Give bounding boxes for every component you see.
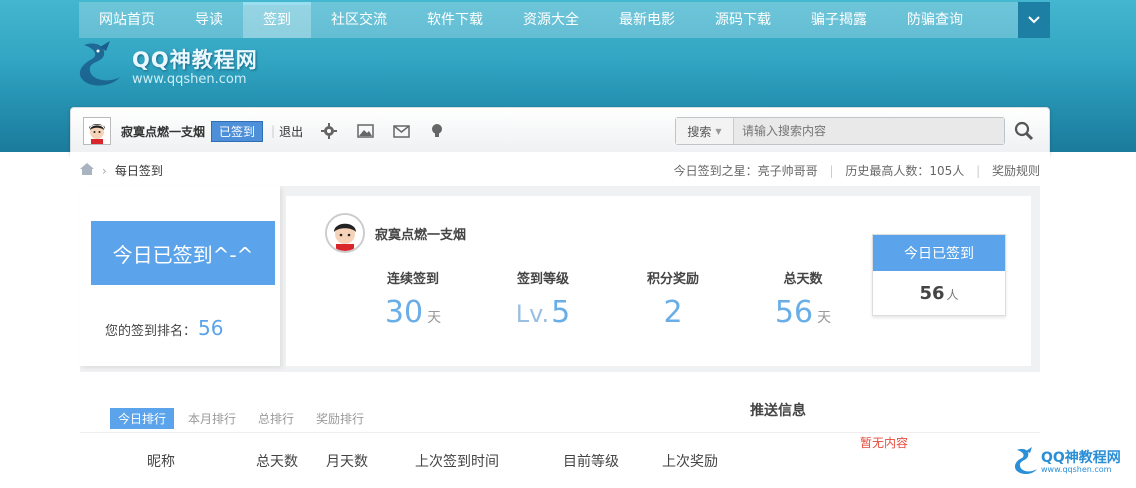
column-header-last-signin[interactable]: 上次签到时间 bbox=[415, 451, 499, 471]
signin-button[interactable]: 今日已签到^-^ bbox=[91, 221, 275, 285]
breadcrumb-separator-icon: › bbox=[102, 163, 107, 178]
nav-item-fraud-check[interactable]: 防骗查询 bbox=[887, 2, 983, 38]
avatar[interactable] bbox=[325, 213, 365, 253]
search-type-label: 搜索 bbox=[687, 124, 712, 139]
search-box: 搜索 ▼ bbox=[675, 117, 1005, 145]
watermark-url: www.qqshen.com bbox=[1041, 465, 1112, 474]
tab-reward-ranking[interactable]: 奖励排行 bbox=[308, 408, 372, 429]
column-header-nickname[interactable]: 昵称 bbox=[147, 451, 175, 471]
ranking-tabs: 今日排行 本月排行 总排行 奖励排行 bbox=[110, 408, 378, 429]
dragon-logo-icon bbox=[76, 39, 128, 92]
dragon-logo-icon bbox=[1013, 446, 1041, 479]
caret-down-icon: ▼ bbox=[715, 126, 722, 136]
watermark-title: QQ神教程网 bbox=[1041, 450, 1121, 466]
tab-month-ranking[interactable]: 本月排行 bbox=[180, 408, 244, 429]
chevron-down-icon bbox=[1028, 13, 1040, 28]
stat-total-days: 总天数 56 天 bbox=[748, 268, 858, 330]
column-header-last-reward[interactable]: 上次奖励 bbox=[662, 451, 718, 471]
nav-item-signin[interactable]: 签到 bbox=[243, 2, 311, 38]
push-info-title: 推送信息 bbox=[750, 403, 806, 419]
stat-value: 30 天 bbox=[358, 295, 468, 330]
column-header-month-days[interactable]: 月天数 bbox=[326, 451, 368, 471]
search-type-select[interactable]: 搜索 ▼ bbox=[676, 118, 734, 144]
empty-message: 暂无内容 bbox=[860, 436, 909, 450]
stat-value: Lv.5 bbox=[488, 295, 598, 330]
stat-label: 积分奖励 bbox=[646, 272, 699, 287]
gear-icon[interactable] bbox=[319, 121, 339, 141]
stat-streak: 连续签到 30 天 bbox=[358, 268, 468, 330]
rank-value: 56 bbox=[198, 316, 224, 340]
rank-line: 您的签到排名： 56 bbox=[105, 316, 223, 340]
site-logo[interactable]: QQ神教程网 www.qqshen.com bbox=[76, 40, 258, 90]
nav-item-guide[interactable]: 导读 bbox=[175, 2, 243, 38]
stat-label: 签到等级 bbox=[516, 272, 569, 287]
stat-number: 56 bbox=[774, 295, 814, 330]
nav-more-button[interactable] bbox=[1018, 2, 1050, 38]
mail-icon[interactable] bbox=[391, 121, 411, 141]
divider: | bbox=[976, 164, 981, 178]
card-username: 寂寞点燃一支烟 bbox=[375, 228, 467, 243]
nav-item-movies[interactable]: 最新电影 bbox=[599, 2, 695, 38]
stat-level: 签到等级 Lv.5 bbox=[488, 268, 598, 330]
stat-label: 总天数 bbox=[783, 272, 823, 287]
rules-link[interactable]: 奖励规则 bbox=[992, 164, 1040, 178]
today-signed-count: 56 人 bbox=[873, 283, 1005, 304]
today-signed-box: 今日已签到 56 人 bbox=[872, 234, 1006, 316]
search-input[interactable] bbox=[734, 118, 1004, 144]
stat-unit: 天 bbox=[817, 310, 832, 326]
column-header-level[interactable]: 目前等级 bbox=[563, 451, 619, 471]
stat-value: 56 天 bbox=[748, 295, 858, 330]
logo-url: www.qqshen.com bbox=[132, 71, 247, 87]
column-header-total-days[interactable]: 总天数 bbox=[256, 451, 298, 471]
lightbulb-icon[interactable] bbox=[427, 121, 447, 141]
image-icon[interactable] bbox=[355, 121, 375, 141]
today-count-unit: 人 bbox=[946, 288, 959, 302]
breadcrumb-current: 每日签到 bbox=[114, 164, 163, 178]
main-panel: › 每日签到 今日签到之星：亮子帅哥哥 | 历史最高人数：105人 | 奖励规则… bbox=[70, 152, 1050, 488]
nav-item-community[interactable]: 社区交流 bbox=[311, 2, 407, 38]
stat-value: 2 bbox=[618, 295, 728, 330]
today-star: 今日签到之星：亮子帅哥哥 bbox=[673, 164, 818, 178]
watermark-logo: QQ神教程网 www.qqshen.com bbox=[1013, 446, 1121, 479]
divider bbox=[80, 432, 1040, 433]
username[interactable]: 寂寞点燃一支烟 bbox=[121, 123, 205, 140]
signin-left-card: 今日已签到^-^ 您的签到排名： 56 bbox=[80, 186, 280, 366]
user-avatar[interactable] bbox=[83, 117, 111, 145]
stat-unit: 天 bbox=[427, 310, 442, 326]
main-nav: 网站首页 导读 签到 社区交流 软件下载 资源大全 最新电影 源码下载 骗子揭露… bbox=[79, 2, 1050, 38]
today-count-value: 56 bbox=[919, 283, 945, 304]
user-toolbar: 寂寞点燃一支烟 已签到 | 退出 搜索 ▼ bbox=[70, 107, 1050, 155]
nav-item-resources[interactable]: 资源大全 bbox=[503, 2, 599, 38]
nav-item-software[interactable]: 软件下载 bbox=[407, 2, 503, 38]
nav-item-home[interactable]: 网站首页 bbox=[79, 2, 175, 38]
divider: | bbox=[829, 164, 834, 178]
divider: | bbox=[271, 124, 276, 138]
stat-number: 5 bbox=[551, 295, 571, 330]
record-count: 历史最高人数：105人 bbox=[845, 164, 965, 178]
today-signed-title: 今日已签到 bbox=[873, 235, 1005, 271]
tab-total-ranking[interactable]: 总排行 bbox=[250, 408, 302, 429]
stat-number: 2 bbox=[663, 295, 683, 330]
logout-link[interactable]: 退出 bbox=[279, 123, 303, 140]
home-icon[interactable] bbox=[80, 163, 94, 178]
stat-points: 积分奖励 2 bbox=[618, 268, 728, 330]
signed-badge[interactable]: 已签到 bbox=[211, 120, 264, 142]
breadcrumb: › 每日签到 bbox=[80, 162, 163, 179]
search-button[interactable] bbox=[1011, 119, 1037, 145]
search-icon bbox=[1014, 121, 1034, 144]
stat-number: 30 bbox=[384, 295, 424, 330]
stat-label: 连续签到 bbox=[386, 272, 439, 287]
rank-label: 您的签到排名： bbox=[105, 324, 197, 339]
nav-item-source[interactable]: 源码下载 bbox=[695, 2, 791, 38]
nav-item-scams[interactable]: 骗子揭露 bbox=[791, 2, 887, 38]
signin-stats-line: 今日签到之星：亮子帅哥哥 | 历史最高人数：105人 | 奖励规则 bbox=[674, 162, 1040, 179]
logo-title: QQ神教程网 bbox=[132, 47, 258, 72]
stat-prefix: Lv. bbox=[515, 300, 550, 328]
tab-today-ranking[interactable]: 今日排行 bbox=[110, 408, 175, 429]
